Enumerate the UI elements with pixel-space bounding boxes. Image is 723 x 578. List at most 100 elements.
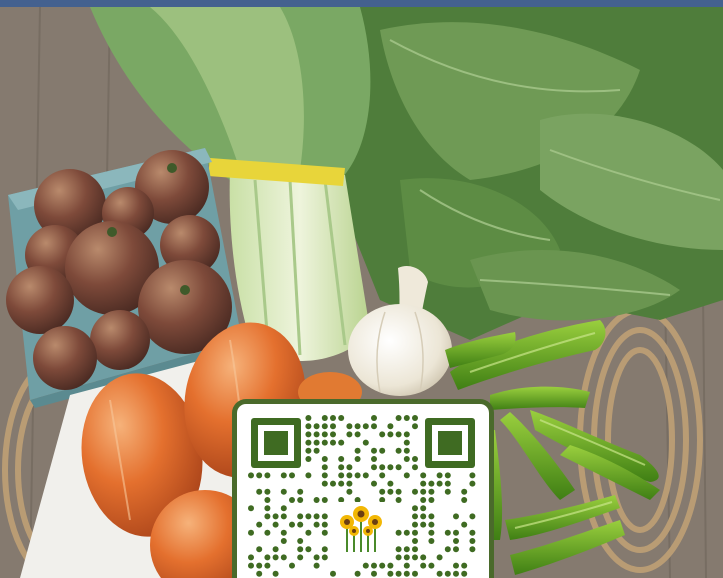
qr-module (371, 447, 377, 454)
qr-module (379, 464, 386, 471)
qr-module (395, 488, 402, 495)
qr-module (280, 505, 287, 512)
qr-module (403, 472, 410, 479)
qr-module (297, 521, 304, 528)
qr-module (412, 488, 418, 495)
qr-module (412, 546, 418, 553)
qr-module (403, 562, 410, 569)
qr-module (469, 546, 476, 553)
qr-module (469, 472, 476, 479)
qr-module (428, 480, 435, 487)
qr-finder-top-right (425, 418, 475, 468)
qr-module (272, 521, 279, 528)
qr-module (469, 480, 476, 487)
qr-module (371, 562, 377, 569)
qr-module (305, 447, 312, 454)
qr-module (297, 488, 304, 495)
qr-module (428, 497, 435, 503)
qr-module (371, 464, 377, 471)
qr-module (403, 529, 410, 536)
qr-module (305, 439, 312, 446)
qr-module (321, 529, 328, 536)
qr-code (248, 415, 476, 577)
qr-module (297, 497, 304, 503)
qr-module (264, 554, 271, 561)
qr-module (420, 521, 427, 528)
qr-module (354, 447, 361, 454)
qr-module (403, 554, 410, 561)
qr-module (313, 554, 320, 561)
qr-module (272, 570, 279, 577)
qr-module (362, 439, 369, 446)
qr-module (387, 480, 394, 487)
qr-module (395, 497, 402, 503)
qr-module (305, 472, 312, 479)
qr-module (305, 431, 312, 438)
qr-module (280, 554, 287, 561)
qr-module (428, 488, 435, 495)
qr-module (280, 472, 287, 479)
qr-module (412, 423, 418, 430)
qr-module (412, 554, 418, 561)
qr-module (313, 497, 320, 503)
qr-module (444, 480, 451, 487)
qr-module (305, 415, 312, 421)
qr-module (436, 472, 443, 479)
qr-code-card[interactable] (232, 399, 494, 578)
qr-module (330, 480, 336, 487)
top-bar (0, 0, 723, 7)
qr-module (354, 570, 361, 577)
qr-module (395, 554, 402, 561)
qr-module (420, 554, 427, 561)
qr-module (313, 431, 320, 438)
qr-module (313, 521, 320, 528)
qr-module (420, 562, 427, 569)
qr-module (469, 513, 476, 520)
qr-module (321, 497, 328, 503)
qr-module (436, 554, 443, 561)
qr-module (420, 505, 427, 512)
qr-module (330, 570, 336, 577)
qr-module (395, 464, 402, 471)
qr-module (289, 472, 295, 479)
qr-module (371, 570, 377, 577)
qr-module (428, 538, 435, 544)
qr-module (379, 562, 386, 569)
collard-greens (330, 7, 723, 340)
qr-module (264, 472, 271, 479)
qr-module (248, 554, 254, 561)
qr-module (248, 562, 254, 569)
qr-module (412, 415, 418, 421)
qr-module (338, 415, 345, 421)
sunflower-icon (333, 502, 389, 558)
qr-module (321, 521, 328, 528)
qr-module (371, 423, 377, 430)
qr-module (453, 538, 459, 544)
qr-module (321, 423, 328, 430)
qr-module (436, 480, 443, 487)
qr-module (297, 513, 304, 520)
qr-module (321, 546, 328, 553)
qr-module (461, 570, 468, 577)
qr-module (354, 456, 361, 462)
qr-module (330, 423, 336, 430)
qr-module (297, 538, 304, 544)
qr-module (297, 554, 304, 561)
qr-module (321, 554, 328, 561)
qr-module (412, 538, 418, 544)
qr-module (371, 415, 377, 421)
qr-module (371, 456, 377, 462)
qr-module (256, 562, 263, 569)
qr-module (387, 464, 394, 471)
qr-module (379, 488, 386, 495)
qr-module (321, 513, 328, 520)
qr-module (469, 538, 476, 544)
qr-module (297, 546, 304, 553)
qr-module (264, 529, 271, 536)
qr-module (321, 456, 328, 462)
qr-module (444, 570, 451, 577)
qr-module (412, 464, 418, 471)
qr-module (428, 562, 435, 569)
qr-module (387, 488, 394, 495)
qr-module (346, 464, 353, 471)
